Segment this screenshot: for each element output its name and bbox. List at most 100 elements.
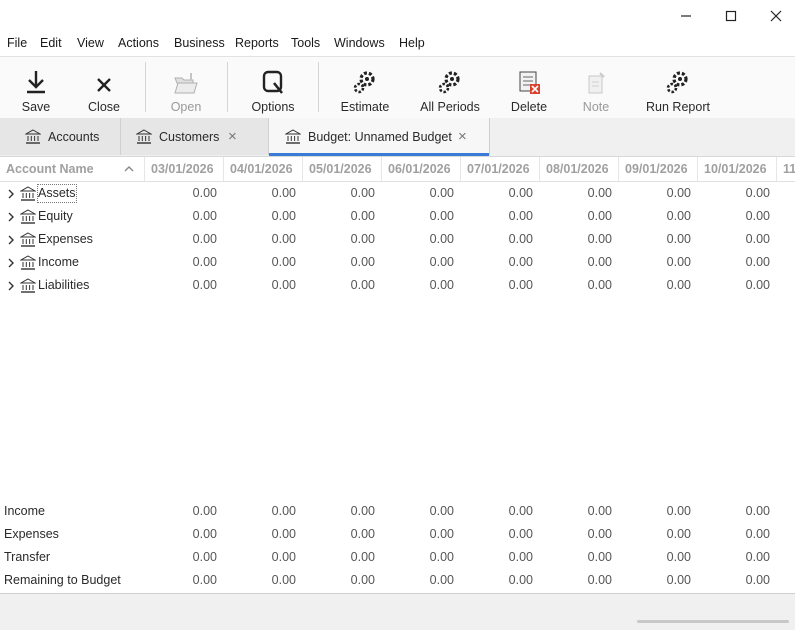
budget-amount-cell[interactable]: 0.00 bbox=[147, 569, 217, 592]
delete-button[interactable]: Delete bbox=[505, 57, 553, 117]
budget-amount-cell[interactable]: 0.00 bbox=[147, 500, 217, 523]
tab-close-icon[interactable]: × bbox=[458, 128, 467, 145]
budget-amount-cell[interactable]: 0.00 bbox=[147, 228, 217, 251]
budget-amount-cell[interactable]: 0.00 bbox=[463, 500, 533, 523]
account-row[interactable]: Income 0.00 0.00 0.00 0.00 0.00 0.00 0.00 0.00 bbox=[0, 251, 795, 274]
horizontal-scrollbar[interactable] bbox=[637, 620, 789, 623]
menu-help[interactable]: Help bbox=[399, 36, 425, 50]
menu-reports[interactable]: Reports bbox=[235, 36, 279, 50]
budget-amount-cell[interactable]: 0.00 bbox=[621, 274, 691, 297]
budget-amount-cell[interactable]: 0.00 bbox=[621, 500, 691, 523]
budget-amount-cell[interactable]: 0.00 bbox=[147, 523, 217, 546]
budget-amount-cell[interactable]: 0.00 bbox=[305, 523, 375, 546]
budget-amount-cell[interactable]: 0.00 bbox=[463, 523, 533, 546]
budget-amount-cell[interactable]: 0.00 bbox=[621, 523, 691, 546]
budget-amount-cell[interactable]: 0.00 bbox=[147, 546, 217, 569]
account-name[interactable]: Income bbox=[38, 251, 79, 274]
tab-accounts[interactable]: Accounts bbox=[0, 118, 121, 155]
budget-amount-cell[interactable]: 0.00 bbox=[621, 228, 691, 251]
account-name-column-header[interactable]: Account Name bbox=[0, 157, 145, 181]
budget-amount-cell[interactable]: 0.00 bbox=[384, 500, 454, 523]
budget-amount-cell[interactable]: 0.00 bbox=[226, 205, 296, 228]
budget-amount-cell[interactable]: 0.00 bbox=[226, 251, 296, 274]
budget-amount-cell[interactable]: 0.00 bbox=[226, 228, 296, 251]
budget-amount-cell[interactable]: 0.00 bbox=[226, 546, 296, 569]
budget-amount-cell[interactable]: 0.00 bbox=[463, 182, 533, 205]
expand-arrow-icon[interactable] bbox=[7, 281, 15, 291]
save-button[interactable]: Save bbox=[12, 57, 60, 117]
period-column-header[interactable]: 06/01/2026 bbox=[382, 157, 461, 181]
budget-amount-cell[interactable]: 0.00 bbox=[700, 182, 770, 205]
budget-amount-cell[interactable]: 0.00 bbox=[226, 523, 296, 546]
period-column-header[interactable]: 09/01/2026 bbox=[619, 157, 698, 181]
period-column-header[interactable]: 05/01/2026 bbox=[303, 157, 382, 181]
menu-business[interactable]: Business bbox=[174, 36, 225, 50]
budget-amount-cell[interactable]: 0.00 bbox=[305, 205, 375, 228]
budget-amount-cell[interactable]: 0.00 bbox=[305, 569, 375, 592]
budget-amount-cell[interactable]: 0.00 bbox=[226, 569, 296, 592]
expand-arrow-icon[interactable] bbox=[7, 258, 15, 268]
close-button[interactable]: Close bbox=[80, 57, 128, 117]
budget-amount-cell[interactable]: 0.00 bbox=[384, 228, 454, 251]
budget-amount-cell[interactable]: 0.00 bbox=[384, 182, 454, 205]
budget-amount-cell[interactable]: 0.00 bbox=[463, 569, 533, 592]
budget-amount-cell[interactable]: 0.00 bbox=[384, 274, 454, 297]
expand-arrow-icon[interactable] bbox=[7, 189, 15, 199]
budget-amount-cell[interactable]: 0.00 bbox=[226, 500, 296, 523]
menu-edit[interactable]: Edit bbox=[40, 36, 62, 50]
account-name[interactable]: Expenses bbox=[38, 228, 93, 251]
tab-customers[interactable]: Customers × bbox=[121, 118, 269, 155]
budget-amount-cell[interactable]: 0.00 bbox=[305, 251, 375, 274]
budget-amount-cell[interactable]: 0.00 bbox=[542, 523, 612, 546]
estimate-button[interactable]: Estimate bbox=[337, 57, 393, 117]
period-column-header[interactable]: 11 bbox=[777, 157, 795, 181]
budget-amount-cell[interactable]: 0.00 bbox=[621, 546, 691, 569]
budget-amount-cell[interactable]: 0.00 bbox=[621, 251, 691, 274]
budget-amount-cell[interactable]: 0.00 bbox=[542, 205, 612, 228]
budget-amount-cell[interactable]: 0.00 bbox=[621, 205, 691, 228]
menu-file[interactable]: File bbox=[7, 36, 27, 50]
menu-tools[interactable]: Tools bbox=[291, 36, 320, 50]
budget-amount-cell[interactable]: 0.00 bbox=[621, 182, 691, 205]
menu-actions[interactable]: Actions bbox=[118, 36, 159, 50]
account-name[interactable]: Assets bbox=[37, 184, 77, 203]
window-close-button[interactable] bbox=[753, 0, 795, 32]
budget-amount-cell[interactable]: 0.00 bbox=[463, 546, 533, 569]
all-periods-button[interactable]: All Periods bbox=[417, 57, 483, 117]
budget-amount-cell[interactable]: 0.00 bbox=[226, 182, 296, 205]
budget-amount-cell[interactable]: 0.00 bbox=[700, 205, 770, 228]
budget-amount-cell[interactable]: 0.00 bbox=[463, 205, 533, 228]
budget-amount-cell[interactable]: 0.00 bbox=[384, 569, 454, 592]
menu-windows[interactable]: Windows bbox=[334, 36, 385, 50]
budget-amount-cell[interactable]: 0.00 bbox=[463, 274, 533, 297]
account-row[interactable]: Liabilities 0.00 0.00 0.00 0.00 0.00 0.00 0.00 0… bbox=[0, 274, 795, 297]
budget-amount-cell[interactable]: 0.00 bbox=[147, 205, 217, 228]
expand-arrow-icon[interactable] bbox=[7, 212, 15, 222]
budget-amount-cell[interactable]: 0.00 bbox=[147, 274, 217, 297]
period-column-header[interactable]: 07/01/2026 bbox=[461, 157, 540, 181]
period-column-header[interactable]: 10/01/2026 bbox=[698, 157, 777, 181]
budget-amount-cell[interactable]: 0.00 bbox=[700, 569, 770, 592]
budget-amount-cell[interactable]: 0.00 bbox=[463, 228, 533, 251]
tab-close-icon[interactable]: × bbox=[228, 128, 237, 145]
budget-amount-cell[interactable]: 0.00 bbox=[226, 274, 296, 297]
budget-amount-cell[interactable]: 0.00 bbox=[700, 251, 770, 274]
account-row[interactable]: Assets 0.00 0.00 0.00 0.00 0.00 0.00 0.00 0.00 bbox=[0, 182, 795, 205]
period-column-header[interactable]: 03/01/2026 bbox=[145, 157, 224, 181]
note-button[interactable]: Note bbox=[572, 57, 620, 117]
budget-amount-cell[interactable]: 0.00 bbox=[700, 523, 770, 546]
budget-amount-cell[interactable]: 0.00 bbox=[305, 546, 375, 569]
expand-arrow-icon[interactable] bbox=[7, 235, 15, 245]
budget-amount-cell[interactable]: 0.00 bbox=[700, 546, 770, 569]
account-name[interactable]: Equity bbox=[38, 205, 73, 228]
period-column-header[interactable]: 08/01/2026 bbox=[540, 157, 619, 181]
budget-amount-cell[interactable]: 0.00 bbox=[700, 500, 770, 523]
budget-amount-cell[interactable]: 0.00 bbox=[305, 274, 375, 297]
budget-amount-cell[interactable]: 0.00 bbox=[542, 500, 612, 523]
budget-amount-cell[interactable]: 0.00 bbox=[147, 251, 217, 274]
budget-amount-cell[interactable]: 0.00 bbox=[305, 228, 375, 251]
budget-amount-cell[interactable]: 0.00 bbox=[384, 205, 454, 228]
tab-budget[interactable]: Budget: Unnamed Budget × bbox=[269, 118, 490, 156]
budget-amount-cell[interactable]: 0.00 bbox=[542, 274, 612, 297]
budget-amount-cell[interactable]: 0.00 bbox=[384, 546, 454, 569]
